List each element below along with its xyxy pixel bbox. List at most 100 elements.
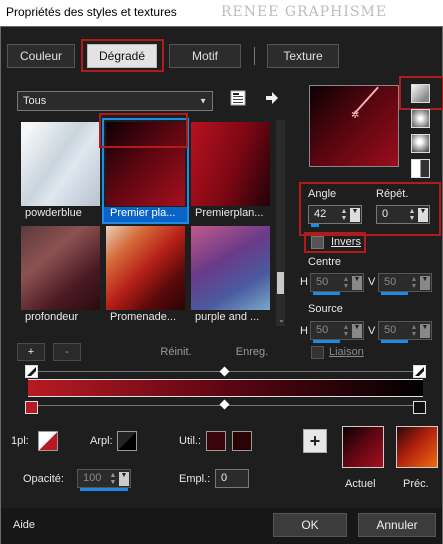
gradient-name: Premierplan... — [195, 207, 264, 219]
category-value: Tous — [23, 95, 47, 107]
opacity-stop-marker[interactable] — [25, 365, 38, 378]
color-midpoint[interactable] — [219, 399, 230, 410]
linear-style-icon[interactable] — [411, 84, 430, 103]
chevron-down-icon[interactable]: ▼ — [119, 472, 129, 486]
gradient-swatch — [106, 226, 185, 310]
repeat-input[interactable]: 0 ▲ ▼ ▼ — [376, 205, 430, 224]
scroll-down-icon[interactable]: ⌄ — [278, 315, 285, 324]
link-checkbox[interactable] — [311, 346, 324, 359]
scrollbar-thumb[interactable] — [277, 272, 284, 294]
save-button[interactable]: Enreg. — [223, 343, 281, 361]
previous-style-swatch[interactable] — [396, 426, 438, 468]
remove-gradient-button[interactable]: - — [53, 343, 81, 361]
source-label: Source — [308, 303, 343, 315]
styles-dialog: Couleur Dégradé Motif Texture Tous ▼ pow… — [0, 26, 443, 544]
opacity-value: 100 — [83, 472, 102, 484]
arrow-right-icon[interactable] — [265, 91, 279, 105]
center-v-slider[interactable] — [381, 292, 408, 295]
opacity-input[interactable]: 100 ▲ ▼ ▼ — [77, 469, 131, 491]
center-h-value: 50 — [316, 276, 329, 288]
title-bar: Propriétés des styles et textures RENEE … — [0, 0, 443, 26]
invert-checkbox[interactable] — [311, 236, 324, 249]
gradient-item[interactable]: powderblue — [19, 120, 102, 222]
help-link[interactable]: Aide — [13, 519, 35, 531]
add-swatch-button[interactable]: + — [303, 429, 327, 453]
source-h-input[interactable]: 50 ▲ ▼ ▼ — [310, 321, 364, 343]
chevron-down-icon: ▼ — [199, 96, 207, 106]
gradient-swatch — [106, 122, 185, 206]
tab-couleur[interactable]: Couleur — [7, 44, 75, 68]
source-v-slider[interactable] — [381, 340, 408, 343]
opacity-label: Opacité: — [23, 473, 64, 485]
add-gradient-button[interactable]: + — [17, 343, 45, 361]
tab-motif[interactable]: Motif — [169, 44, 241, 68]
gradient-name: Promenade... — [110, 311, 177, 323]
gradient-bar[interactable] — [28, 379, 423, 397]
chevron-down-icon[interactable]: ▼ — [352, 324, 362, 338]
opacity-midpoint[interactable] — [219, 366, 230, 377]
color-stop-marker-end[interactable] — [413, 401, 426, 414]
tab-degrade[interactable]: Dégradé — [87, 44, 157, 68]
opacity-slider[interactable] — [80, 488, 128, 491]
rectangular-style-icon[interactable] — [411, 109, 430, 128]
halo-style-icon[interactable] — [411, 159, 430, 178]
current-style-swatch[interactable] — [342, 426, 384, 468]
spin-arrows-icon[interactable]: ▲ ▼ — [108, 472, 118, 486]
dialog-footer: Aide OK Annuler — [1, 508, 442, 544]
chevron-down-icon[interactable]: ▼ — [420, 324, 430, 338]
gradient-list-scrollbar[interactable] — [276, 120, 285, 326]
chevron-down-icon[interactable]: ▼ — [350, 208, 360, 222]
angle-slider[interactable] — [311, 224, 319, 227]
first-plane-swatch[interactable] — [38, 431, 58, 451]
tab-texture[interactable]: Texture — [267, 44, 339, 68]
gradient-name: purple and ... — [195, 311, 260, 323]
spin-arrows-icon[interactable]: ▲ ▼ — [409, 276, 419, 290]
gradient-name: powderblue — [25, 207, 82, 219]
ok-button[interactable]: OK — [273, 513, 347, 537]
spin-arrows-icon[interactable]: ▲ ▼ — [341, 276, 351, 290]
used-color-swatch[interactable] — [232, 431, 252, 451]
spin-arrows-icon[interactable]: ▲ ▼ — [407, 208, 417, 222]
center-v-input[interactable]: 50 ▲ ▼ ▼ — [378, 273, 432, 295]
center-v-value: 50 — [384, 276, 397, 288]
location-label: Empl.: — [179, 473, 211, 485]
source-h-slider[interactable] — [313, 340, 340, 343]
used-color-swatch[interactable] — [206, 431, 226, 451]
source-h-label: H — [300, 325, 308, 337]
gradient-item[interactable]: purple and ... — [189, 224, 272, 326]
category-dropdown[interactable]: Tous ▼ — [17, 91, 213, 111]
tab-separator — [254, 47, 255, 65]
spin-arrows-icon[interactable]: ▲ ▼ — [409, 324, 419, 338]
source-v-value: 50 — [384, 324, 397, 336]
link-label[interactable]: Liaison — [329, 346, 364, 358]
window-title: Propriétés des styles et textures — [6, 5, 177, 19]
gradient-item[interactable]: Promenade... — [104, 224, 187, 326]
center-h-input[interactable]: 50 ▲ ▼ ▼ — [310, 273, 364, 295]
radial-style-icon[interactable] — [411, 134, 430, 153]
center-marker-icon[interactable]: ✲ — [351, 110, 359, 121]
invert-label[interactable]: Invers — [331, 236, 361, 248]
background-swatch[interactable] — [117, 431, 137, 451]
cancel-button[interactable]: Annuler — [358, 513, 436, 537]
angle-input[interactable]: 42 ▲ ▼ ▼ — [308, 205, 362, 227]
color-stop-marker-start[interactable] — [25, 401, 38, 414]
gradient-swatch — [191, 226, 270, 310]
gradient-editor-icon[interactable] — [230, 90, 246, 106]
gradient-item[interactable]: profondeur — [19, 224, 102, 326]
opacity-stop-marker[interactable] — [413, 365, 426, 378]
reset-button[interactable]: Réinit. — [147, 343, 205, 361]
background-label: Arpl: — [90, 435, 113, 447]
chevron-down-icon[interactable]: ▼ — [418, 208, 428, 222]
chevron-down-icon[interactable]: ▼ — [420, 276, 430, 290]
gradient-preview[interactable]: ✲ — [309, 85, 399, 167]
angle-value: 42 — [314, 208, 327, 220]
center-h-slider[interactable] — [313, 292, 340, 295]
source-v-input[interactable]: 50 ▲ ▼ ▼ — [378, 321, 432, 343]
spin-arrows-icon[interactable]: ▲ ▼ — [339, 208, 349, 222]
spin-arrows-icon[interactable]: ▲ ▼ — [341, 324, 351, 338]
source-h-value: 50 — [316, 324, 329, 336]
chevron-down-icon[interactable]: ▼ — [352, 276, 362, 290]
location-input[interactable]: 0 — [215, 469, 249, 488]
gradient-item[interactable]: Premierplan... — [189, 120, 272, 222]
gradient-item-selected[interactable]: Premier pla... — [102, 118, 189, 224]
